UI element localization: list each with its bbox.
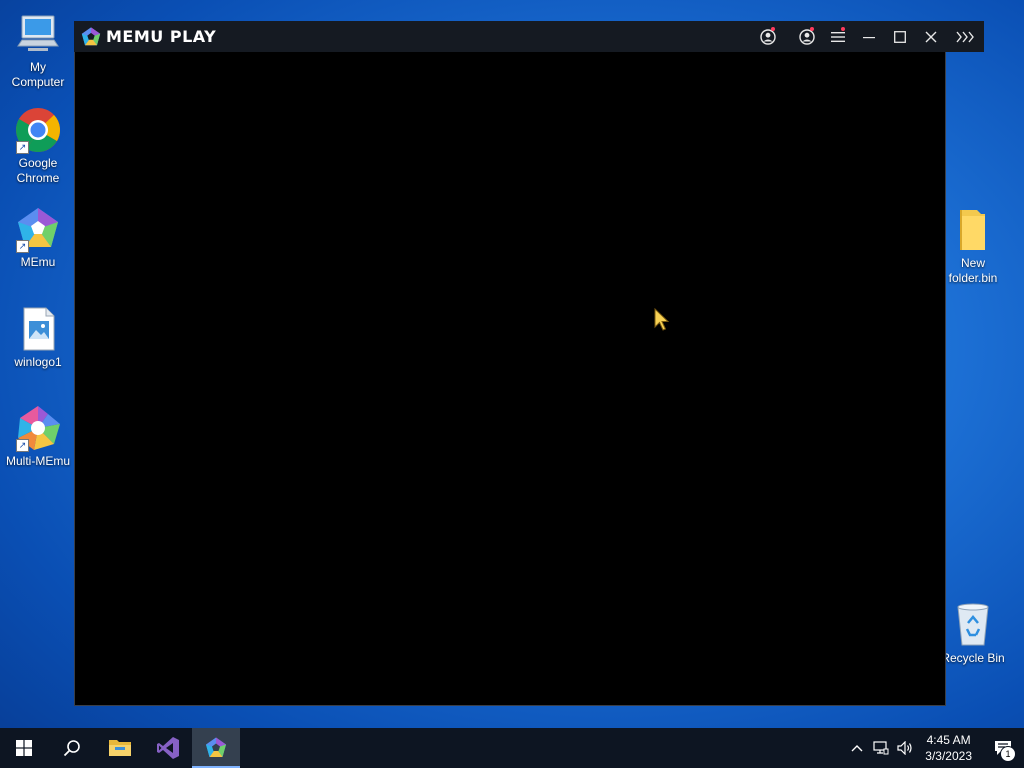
memu-logo-icon — [81, 26, 101, 45]
desktop-icon-recycle-bin[interactable]: Recycle Bin — [937, 601, 1009, 666]
desktop-icon-label: MEmu — [20, 255, 56, 269]
close-icon — [925, 31, 936, 42]
desktop-icon-label: My Computer — [11, 60, 65, 89]
recycle-bin-icon — [949, 601, 997, 649]
menu-button[interactable] — [822, 21, 853, 52]
image-file-icon — [14, 305, 62, 353]
taskbar-clock[interactable]: 4:45 AM 3/3/2023 — [917, 732, 982, 764]
user-button[interactable] — [791, 21, 822, 52]
maximize-icon — [893, 30, 906, 43]
desktop-icon-my-computer[interactable]: My Computer — [2, 10, 74, 90]
desktop-icon-label: winlogo1 — [14, 355, 62, 369]
search-icon — [63, 740, 80, 757]
file-explorer-button[interactable] — [96, 728, 144, 768]
folder-icon — [949, 206, 997, 254]
memu-taskbar-button[interactable] — [192, 728, 240, 768]
menu-icon — [830, 31, 845, 42]
search-button[interactable] — [48, 728, 96, 768]
notification-dot — [841, 27, 845, 31]
desktop-icon-label: Multi-MEmu — [5, 454, 70, 468]
memu-brand-text: MEMU PLAY — [106, 27, 217, 46]
desktop-icon-label: Google Chrome — [16, 156, 60, 185]
memu-icon — [206, 737, 226, 757]
network-icon — [873, 741, 889, 755]
shortcut-arrow-icon: ↗ — [16, 141, 29, 154]
system-tray: 4:45 AM 3/3/2023 1 — [845, 728, 1024, 768]
chevron-up-icon — [851, 745, 863, 752]
shortcut-arrow-icon: ↗ — [16, 439, 29, 452]
file-explorer-icon — [109, 740, 131, 756]
desktop-icon-winlogo1[interactable]: winlogo1 — [2, 305, 74, 370]
visual-studio-button[interactable] — [144, 728, 192, 768]
computer-icon — [14, 10, 62, 58]
taskbar: 4:45 AM 3/3/2023 1 — [0, 728, 1024, 768]
clock-time: 4:45 AM — [926, 733, 971, 747]
desktop-icon-memu[interactable]: ↗ MEmu — [2, 205, 74, 270]
minimize-icon — [862, 36, 875, 38]
start-button[interactable] — [0, 728, 48, 768]
notification-count-badge: 1 — [1000, 746, 1016, 762]
multi-memu-icon: ↗ — [14, 404, 62, 452]
close-button[interactable] — [915, 21, 946, 52]
network-button[interactable] — [869, 728, 893, 768]
volume-icon — [897, 741, 912, 755]
desktop-icon-label: Recycle Bin — [941, 651, 1005, 665]
action-center-button[interactable]: 1 — [982, 728, 1024, 768]
maximize-button[interactable] — [884, 21, 915, 52]
desktop-icon-new-folder-bin[interactable]: New folder.bin — [937, 206, 1009, 286]
memu-screen[interactable] — [74, 52, 946, 706]
mouse-cursor-icon — [654, 307, 670, 337]
sidebar-expand-icon — [956, 31, 974, 42]
visual-studio-icon — [157, 737, 179, 759]
chrome-icon: ↗ — [14, 106, 62, 154]
notification-dot — [810, 27, 814, 31]
minimize-button[interactable] — [853, 21, 884, 52]
show-hidden-icons-button[interactable] — [845, 728, 869, 768]
sidebar-expand-button[interactable] — [946, 21, 984, 52]
shortcut-arrow-icon: ↗ — [16, 240, 29, 253]
volume-button[interactable] — [893, 728, 917, 768]
memu-titlebar[interactable]: MEMU PLAY — [74, 21, 984, 52]
memu-brand: MEMU PLAY — [80, 26, 216, 48]
desktop-icon-label: New folder.bin — [948, 256, 998, 285]
account-button[interactable] — [752, 21, 783, 52]
clock-date: 3/3/2023 — [925, 749, 972, 763]
memu-icon: ↗ — [14, 205, 62, 253]
desktop-icon-google-chrome[interactable]: ↗ Google Chrome — [2, 106, 74, 186]
desktop-icon-multi-memu[interactable]: ↗ Multi-MEmu — [2, 404, 74, 469]
start-icon — [16, 740, 32, 756]
notification-dot — [771, 27, 775, 31]
